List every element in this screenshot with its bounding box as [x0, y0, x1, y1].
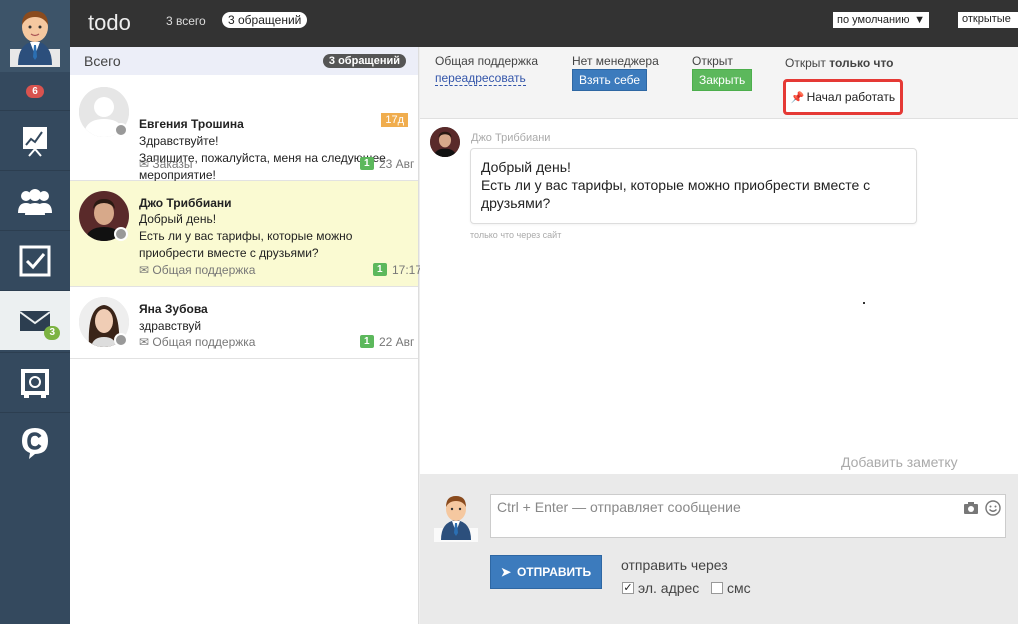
app-title: todo [88, 10, 131, 35]
list-header-label: Всего [84, 53, 121, 69]
email-checkbox[interactable]: ✓ [622, 582, 634, 594]
opened-time: только что [829, 56, 894, 70]
emoji-icon[interactable] [985, 500, 1001, 516]
envelope-small-icon: ✉ [139, 263, 150, 277]
ticket-date: 17:17 [392, 263, 423, 277]
status-filter-value: открытые [962, 13, 1011, 25]
pin-icon: 📌 [790, 91, 805, 104]
email-option-label: эл. адрес [638, 580, 700, 596]
status-label: Открыт [692, 54, 733, 68]
manager-label: Нет менеджера [572, 54, 659, 68]
ticket-preview: здравствуй [139, 319, 202, 333]
message-input-placeholder: Ctrl + Enter — отправляет сообщение [497, 499, 741, 515]
message-count-badge: 1 [360, 335, 374, 348]
ticket-preview: Добрый день! Есть ли у вас тарифы, котор… [139, 212, 353, 260]
sidebar: 6 3 [0, 0, 70, 624]
chat-area: Джо Триббиани Добрый день! Есть ли у вас… [420, 119, 1018, 474]
sidebar-item-tasks[interactable] [0, 230, 70, 290]
envelope-small-icon: ✉ [139, 335, 150, 349]
redirect-link[interactable]: переадресовать [435, 71, 526, 86]
sidebar-item-tickets[interactable]: 3 [0, 290, 70, 350]
manager-avatar-icon [10, 11, 60, 67]
list-count-badge: 3 обращений [322, 54, 406, 68]
sms-checkbox[interactable] [711, 582, 723, 594]
manager-avatar-icon [434, 496, 478, 542]
paper-plane-icon: ➤ [500, 565, 511, 579]
sidebar-item-chat-widget[interactable] [0, 412, 70, 472]
tickets-count-badge: 3 [44, 326, 60, 340]
sidebar-item-clients[interactable] [0, 170, 70, 230]
ticket-name: Джо Триббиани [139, 196, 232, 210]
started-work-label: Начал работать [806, 90, 896, 104]
ticket-name: Яна Зубова [139, 302, 208, 316]
chart-board-icon [23, 126, 47, 157]
opened-prefix: Открыт [785, 56, 826, 70]
ticket-category: ✉ Общая поддержка [139, 263, 255, 277]
send-button-label: ОТПРАВИТЬ [516, 565, 592, 579]
ticket-date: 23 Авг [379, 157, 415, 171]
cursor-dot [863, 302, 865, 304]
checkbox-icon [19, 245, 51, 276]
send-button[interactable]: ➤ ОТПРАВИТЬ [490, 555, 602, 589]
status-filter-select[interactable]: открытые [958, 12, 1018, 28]
message-meta: только что через сайт [470, 230, 562, 240]
add-note-link[interactable]: Добавить заметку [841, 454, 958, 470]
chevron-down-icon: ▼ [914, 14, 925, 26]
chat-logo-icon [22, 427, 48, 459]
ticket-detail: Общая поддержка переадресовать Нет менед… [420, 47, 1018, 624]
send-via-label: отправить через [621, 557, 728, 573]
email-option[interactable]: ✓ эл. адрес [622, 580, 699, 596]
ticket-category-label: Заказы [152, 157, 193, 171]
camera-icon[interactable] [963, 501, 979, 515]
age-badge: 17д [381, 113, 408, 127]
ticket-name: Евгения Трошина [139, 117, 244, 131]
ticket-date: 22 Авг [379, 335, 415, 349]
sms-option-label: смс [727, 580, 751, 596]
ticket-info-bar: Общая поддержка переадресовать Нет менед… [420, 47, 1018, 119]
status-dot [114, 227, 128, 241]
users-group-icon [18, 188, 52, 215]
ticket-category: ✉ Общая поддержка [139, 335, 255, 349]
tickets-filter-chip[interactable]: 3 обращений [222, 12, 308, 28]
message-author: Джо Триббиани [471, 132, 551, 144]
user-avatar[interactable] [0, 0, 70, 72]
ticket-category: ✉ Заказы [139, 157, 193, 171]
sidebar-item-safe[interactable] [0, 352, 70, 412]
message-bubble: Добрый день! Есть ли у вас тарифы, котор… [470, 148, 917, 224]
sidebar-item-analytics[interactable] [0, 110, 70, 170]
ticket-category-label: Общая поддержка [152, 335, 256, 349]
started-work-button[interactable]: 📌 Начал работать [783, 79, 903, 115]
envelope-small-icon: ✉ [139, 157, 150, 171]
notification-badge: 6 [26, 84, 44, 98]
status-dot [114, 333, 128, 347]
message-count-badge: 1 [360, 157, 374, 170]
list-header: Всего 3 обращений [70, 47, 418, 75]
sort-select-value: по умолчанию [837, 14, 910, 26]
close-ticket-button[interactable]: Закрыть [692, 69, 753, 91]
ticket-category-label: Общая поддержка [152, 263, 256, 277]
message-input[interactable]: Ctrl + Enter — отправляет сообщение [490, 494, 1006, 538]
sms-option[interactable]: смс [711, 580, 751, 596]
input-tools [963, 500, 1001, 516]
status-dot [114, 123, 128, 137]
sort-select[interactable]: по умолчанию ▼ [833, 12, 929, 28]
opened-info: Открыт только что [785, 56, 894, 70]
message-count-badge: 1 [373, 263, 387, 276]
reply-composer: Ctrl + Enter — отправляет сообщение ➤ ОТ… [420, 474, 1018, 624]
take-ticket-button[interactable]: Взять себе [572, 69, 648, 91]
department-label: Общая поддержка [435, 54, 539, 68]
total-count[interactable]: 3 всего [166, 14, 206, 28]
top-bar: todo 3 всего 3 обращений по умолчанию ▼ … [70, 0, 1018, 47]
user-photo-icon [430, 127, 460, 157]
avatar [430, 127, 460, 157]
safe-icon [21, 368, 49, 398]
notifications[interactable]: 6 [0, 72, 70, 110]
